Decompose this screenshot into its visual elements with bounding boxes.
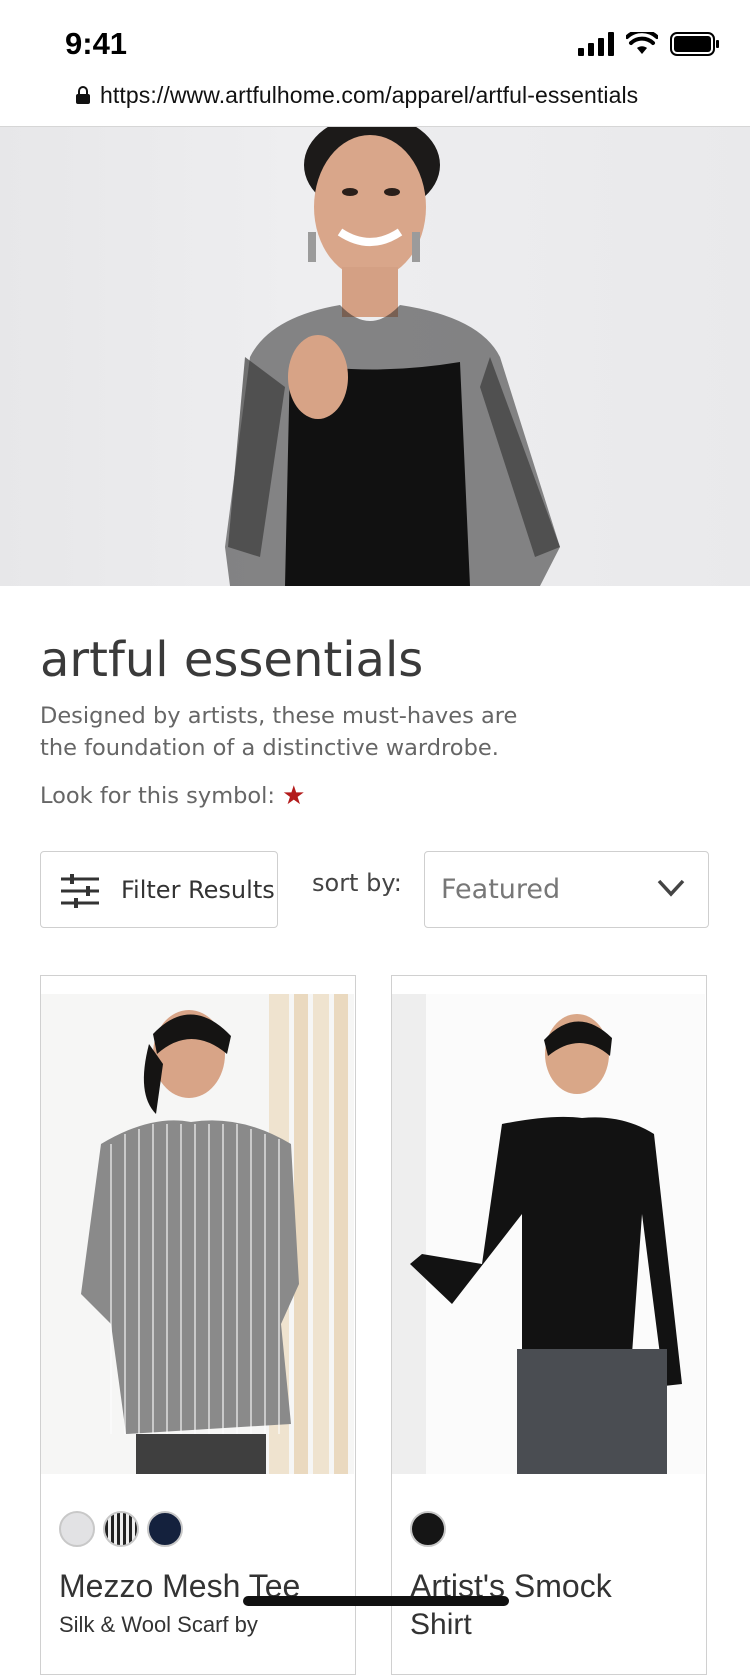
status-icons	[578, 32, 720, 56]
filter-results-button[interactable]: Filter Results	[40, 851, 278, 928]
star-icon: ★	[282, 781, 306, 811]
url-text[interactable]: https://www.artfulhome.com/apparel/artfu…	[100, 82, 638, 109]
product-subtitle[interactable]: Silk & Wool Scarf by	[59, 1612, 258, 1638]
lock-icon	[76, 86, 90, 104]
swatch-light-gray[interactable]	[59, 1511, 95, 1547]
sort-selected-value: Featured	[441, 874, 561, 905]
hero-model-illustration	[225, 127, 560, 586]
product-model-illustration	[392, 994, 705, 1474]
address-bar[interactable]: https://www.artfulhome.com/apparel/artfu…	[0, 76, 750, 127]
color-swatches	[59, 1511, 183, 1547]
battery-icon	[670, 32, 719, 56]
chevron-down-icon	[657, 879, 685, 897]
filter-results-label: Filter Results	[121, 876, 275, 904]
swatch-black[interactable]	[410, 1511, 446, 1547]
wifi-icon	[626, 32, 658, 54]
status-time: 9:41	[65, 26, 128, 61]
sort-by-label: sort by:	[312, 869, 402, 897]
product-card[interactable]: Mezzo Mesh Tee Silk & Wool Scarf by	[40, 975, 356, 1675]
product-model-illustration	[41, 994, 354, 1474]
product-image[interactable]	[41, 994, 354, 1474]
product-card[interactable]: Artist's Smock Shirt	[391, 975, 707, 1675]
signal-icon	[578, 32, 614, 56]
color-swatches	[410, 1511, 446, 1547]
sliders-icon	[61, 874, 99, 908]
product-subtitle[interactable]: Shirt	[410, 1608, 472, 1642]
symbol-hint: Look for this symbol: ★	[40, 781, 305, 811]
product-image[interactable]	[392, 994, 705, 1474]
page-title: artful essentials	[40, 632, 424, 688]
home-indicator[interactable]	[243, 1596, 509, 1606]
hero-image	[0, 127, 750, 586]
swatch-stripe[interactable]	[103, 1511, 139, 1547]
page-description: Designed by artists, these must-haves ar…	[40, 703, 518, 761]
sort-dropdown[interactable]: Featured	[424, 851, 709, 928]
swatch-navy[interactable]	[147, 1511, 183, 1547]
symbol-hint-text: Look for this symbol:	[40, 783, 275, 809]
